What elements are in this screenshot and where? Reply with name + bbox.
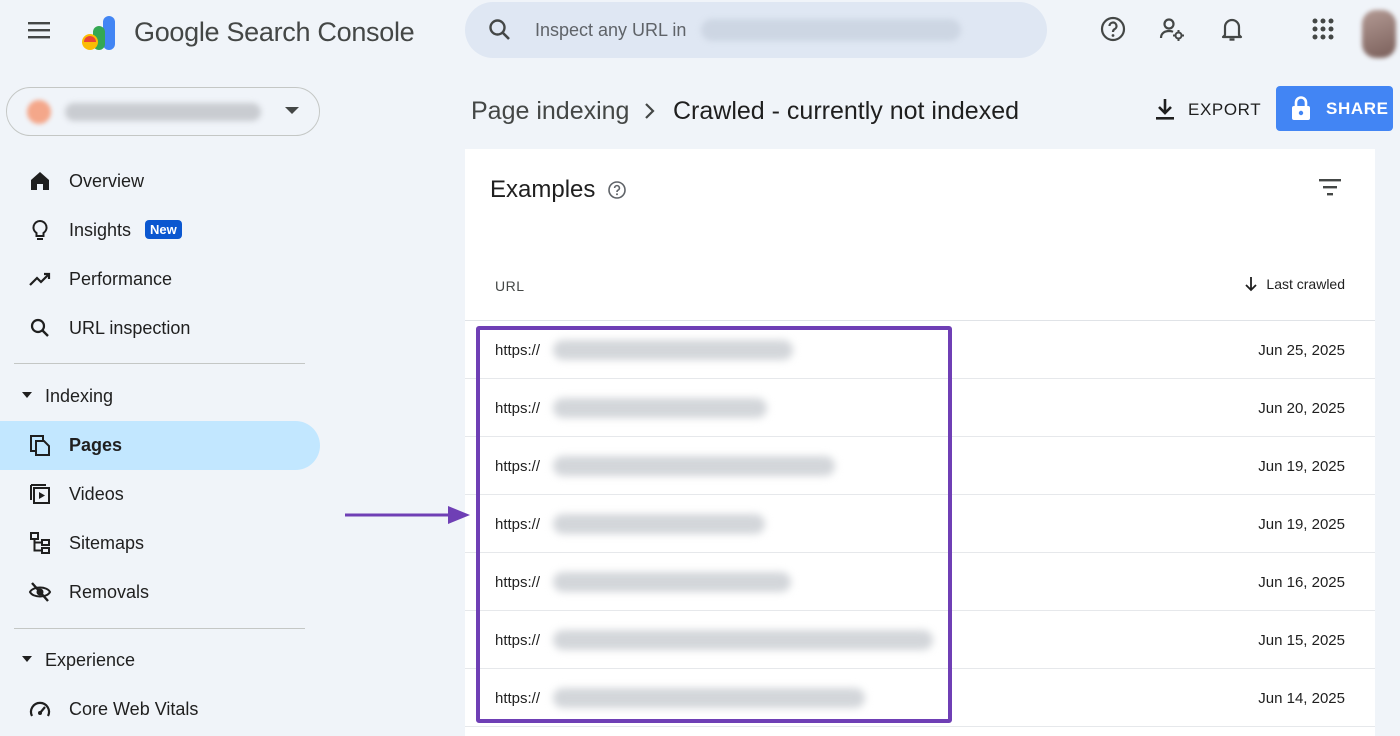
download-icon xyxy=(1154,97,1176,121)
row-url: https:// xyxy=(495,690,541,707)
eye-off-icon xyxy=(28,580,52,604)
chevron-right-icon xyxy=(640,100,658,122)
sidebar-item-label: Pages xyxy=(69,435,123,455)
export-label: EXPORT xyxy=(1188,100,1262,119)
sidebar-item-overview[interactable]: Overview xyxy=(0,157,320,206)
redacted-url-path xyxy=(553,514,765,534)
chevron-down-icon xyxy=(285,107,299,114)
manage-users-icon[interactable] xyxy=(1157,14,1187,44)
redacted-url-path xyxy=(553,398,767,418)
row-url: https:// xyxy=(495,574,541,591)
apps-icon[interactable] xyxy=(1308,14,1338,44)
breadcrumb-parent[interactable]: Page indexing xyxy=(471,97,629,126)
sidebar-item-label: Core Web Vitals xyxy=(69,699,199,719)
export-button[interactable]: EXPORT xyxy=(1148,88,1264,130)
table-row[interactable]: https:// Jun 16, 2025 xyxy=(465,553,1375,611)
sidebar-item-videos[interactable]: Videos xyxy=(0,470,320,519)
avatar[interactable] xyxy=(1362,10,1396,58)
sidebar-item-url-inspection[interactable]: URL inspection xyxy=(0,304,320,353)
column-header-label: Last crawled xyxy=(1266,276,1345,292)
section-label: Indexing xyxy=(45,386,114,406)
help-outline-icon[interactable] xyxy=(607,180,627,200)
section-experience[interactable]: Experience xyxy=(0,640,320,680)
sidebar-item-label: Overview xyxy=(69,171,145,191)
redacted-url-path xyxy=(553,688,865,708)
notifications-icon[interactable] xyxy=(1217,14,1247,44)
row-date: Jun 19, 2025 xyxy=(1258,516,1345,533)
lock-icon xyxy=(1290,95,1312,121)
sidebar-item-removals[interactable]: Removals xyxy=(0,568,320,617)
row-date: Jun 14, 2025 xyxy=(1258,690,1345,707)
search-console-logo-icon xyxy=(80,14,120,54)
search-input[interactable]: Inspect any URL in xyxy=(535,20,686,41)
sidebar-item-label: URL inspection xyxy=(69,318,191,338)
sidebar-item-label: Removals xyxy=(69,582,150,602)
redacted-url-path xyxy=(553,630,933,650)
search-icon xyxy=(487,17,513,43)
row-url: https:// xyxy=(495,632,541,649)
redacted-property-name xyxy=(701,19,961,41)
table-row[interactable]: https:// Jun 19, 2025 xyxy=(465,495,1375,553)
menu-icon[interactable] xyxy=(24,18,56,44)
caret-down-icon xyxy=(22,656,32,662)
row-date: Jun 20, 2025 xyxy=(1258,400,1345,417)
column-header-url[interactable]: URL xyxy=(495,278,525,294)
app-title: Google Search Console xyxy=(134,17,415,47)
page-title: Crawled - currently not indexed xyxy=(673,97,1019,125)
table-row[interactable]: https:// Jun 25, 2025 xyxy=(465,321,1375,379)
table-row[interactable]: https:// Jun 20, 2025 xyxy=(465,379,1375,437)
table-row[interactable]: https:// Jun 14, 2025 xyxy=(465,669,1375,727)
top-bar: Google Search Console Inspect any URL in xyxy=(0,0,1400,62)
row-url: https:// xyxy=(495,516,541,533)
column-header-last-crawled[interactable]: Last crawled xyxy=(1244,276,1345,292)
redacted-url-path xyxy=(553,340,793,360)
video-icon xyxy=(28,482,52,506)
pages-icon xyxy=(28,433,52,457)
row-date: Jun 19, 2025 xyxy=(1258,458,1345,475)
section-indexing[interactable]: Indexing xyxy=(0,376,320,416)
sidebar-item-core-web-vitals[interactable]: Core Web Vitals xyxy=(0,685,320,734)
row-url: https:// xyxy=(495,342,541,359)
help-icon[interactable] xyxy=(1098,14,1128,44)
sidebar-item-label: Sitemaps xyxy=(69,533,145,553)
row-date: Jun 25, 2025 xyxy=(1258,342,1345,359)
section-label: Experience xyxy=(45,650,136,670)
row-date: Jun 16, 2025 xyxy=(1258,574,1345,591)
search-icon xyxy=(28,316,52,340)
sitemap-icon xyxy=(28,531,52,555)
sidebar-divider xyxy=(14,363,305,364)
property-favicon xyxy=(27,100,51,124)
sidebar-item-sitemaps[interactable]: Sitemaps xyxy=(0,519,320,568)
redacted-property-name xyxy=(65,103,261,121)
examples-card: Examples URL Last crawled https:// Jun 2… xyxy=(465,149,1375,736)
share-label: SHARE xyxy=(1326,99,1389,118)
new-badge: New xyxy=(145,220,182,239)
caret-down-icon xyxy=(22,392,32,398)
home-icon xyxy=(28,169,52,193)
share-button[interactable]: SHARE xyxy=(1276,86,1393,131)
redacted-url-path xyxy=(553,456,835,476)
redacted-url-path xyxy=(553,572,791,592)
sidebar-item-label: Performance xyxy=(69,269,173,289)
filter-icon[interactable] xyxy=(1317,176,1343,198)
row-url: https:// xyxy=(495,400,541,417)
table-row[interactable]: https:// Jun 19, 2025 xyxy=(465,437,1375,495)
url-inspection-search[interactable]: Inspect any URL in xyxy=(465,2,1047,58)
lightbulb-icon xyxy=(28,218,52,242)
row-url: https:// xyxy=(495,458,541,475)
property-selector[interactable] xyxy=(6,87,320,136)
annotation-arrow-icon xyxy=(342,503,472,527)
card-title: Examples xyxy=(490,176,596,203)
arrow-down-icon xyxy=(1245,277,1258,292)
gauge-icon xyxy=(28,697,52,721)
sidebar-divider xyxy=(14,628,305,629)
sidebar-item-pages[interactable]: Pages xyxy=(0,421,320,470)
sidebar-item-insights[interactable]: Insights New xyxy=(0,206,320,255)
sidebar-item-performance[interactable]: Performance xyxy=(0,255,320,304)
row-date: Jun 15, 2025 xyxy=(1258,632,1345,649)
trending-icon xyxy=(28,267,52,291)
sidebar-item-label: Insights xyxy=(69,220,132,240)
sidebar-item-label: Videos xyxy=(69,484,124,504)
table-row[interactable]: https:// Jun 15, 2025 xyxy=(465,611,1375,669)
